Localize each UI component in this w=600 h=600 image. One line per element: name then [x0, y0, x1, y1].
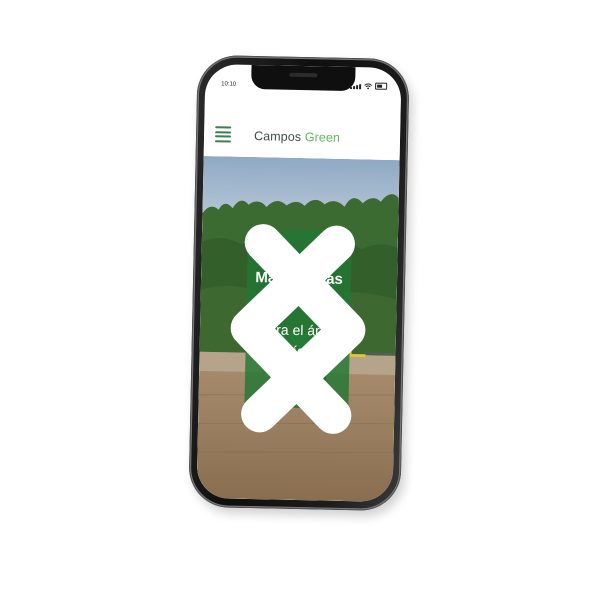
phone-mockup: 10:10 Campos Green Maquinarias para el á… — [188, 54, 410, 512]
hamburger-menu-icon[interactable] — [214, 126, 232, 143]
battery-icon — [375, 82, 388, 90]
hero-carousel: Maquinarias para el área agrícola — [196, 155, 400, 503]
stage: 10:10 Campos Green Maquinarias para el á… — [0, 0, 600, 600]
brand-primary: Campos — [253, 129, 302, 145]
status-time: 10:10 — [221, 81, 237, 88]
status-icons — [350, 82, 388, 90]
wifi-icon — [364, 83, 372, 90]
brand-logo[interactable]: Campos Green — [254, 129, 340, 145]
speaker-grille — [289, 72, 318, 78]
phone-notch — [251, 64, 356, 92]
phone-screen: 10:10 Campos Green Maquinarias para el á… — [196, 63, 402, 503]
brand-accent: Green — [304, 130, 341, 145]
chevron-right-icon[interactable] — [196, 156, 399, 502]
app-header: Campos Green — [203, 93, 401, 161]
